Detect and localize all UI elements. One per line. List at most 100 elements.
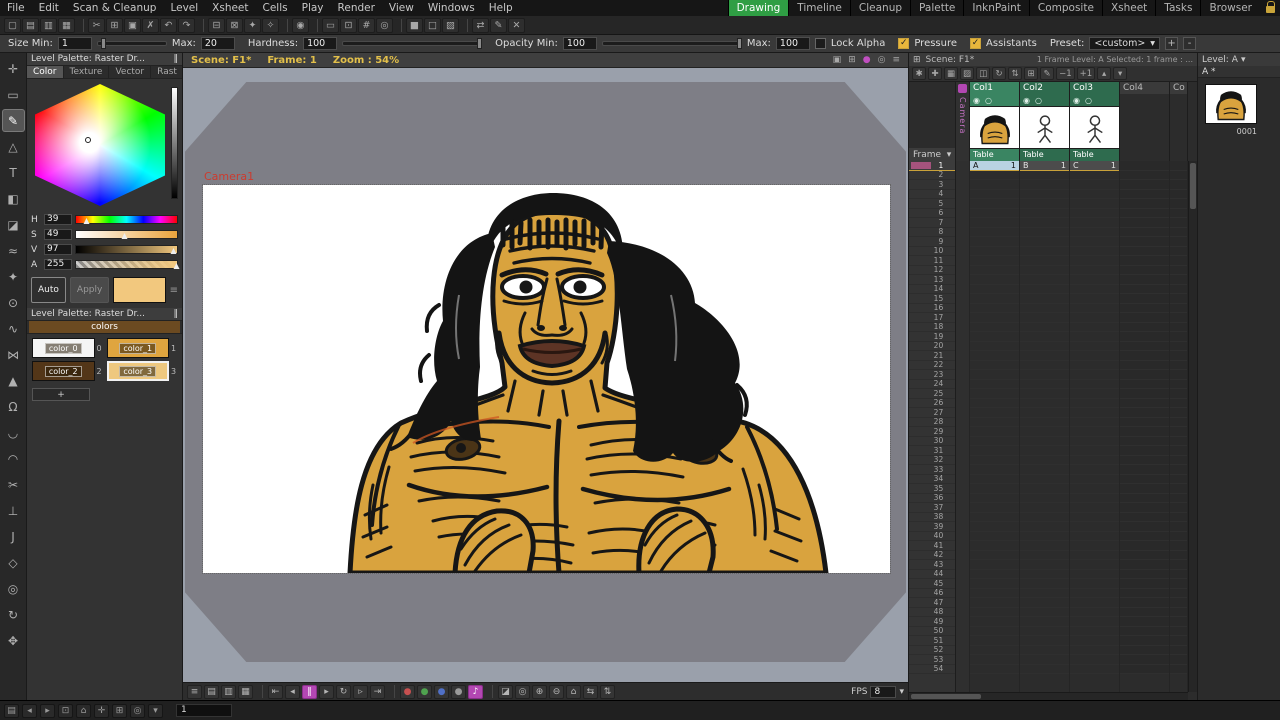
empty-cell[interactable] [1020,237,1069,247]
frame-row-31[interactable]: 31 [909,446,956,456]
empty-cell[interactable] [1120,569,1169,579]
empty-cell[interactable] [1170,208,1187,218]
empty-cell[interactable] [1120,180,1169,190]
plastic-tool[interactable]: ◇ [3,552,24,573]
iron-tool[interactable]: ◠ [3,448,24,469]
room-tab-browser[interactable]: Browser [1200,0,1260,16]
reframe-icon[interactable]: ◫ [976,67,991,80]
column-header-co[interactable]: Co [1170,82,1188,161]
empty-cell[interactable] [1070,171,1119,180]
empty-cell[interactable] [1020,437,1069,446]
grid-icon[interactable]: # [358,17,375,33]
frame-row-48[interactable]: 48 [909,607,956,617]
paste-icon[interactable]: ▣ [124,17,141,33]
empty-cell[interactable] [1020,636,1069,646]
size-min-slider[interactable] [96,38,167,49]
new-raster-level-icon[interactable]: ▨ [960,67,975,80]
empty-cell[interactable] [970,361,1019,370]
room-tab-cleanup[interactable]: Cleanup [849,0,910,16]
hardness-slider[interactable] [342,38,483,49]
empty-cell[interactable] [1170,598,1187,608]
empty-cell[interactable] [1120,265,1169,275]
empty-cell[interactable] [1020,275,1069,285]
empty-cell[interactable] [1120,446,1169,456]
empty-cell[interactable] [1170,636,1187,646]
empty-cell[interactable] [1170,560,1187,570]
empty-cell[interactable] [1170,322,1187,332]
empty-cell[interactable] [1070,551,1119,560]
channel-slider[interactable] [75,230,178,239]
empty-cell[interactable] [970,294,1019,304]
column-thumbnail[interactable] [970,106,1019,149]
empty-cell[interactable] [1070,237,1119,247]
locator-button[interactable]: ◎ [515,684,530,699]
auto-apply-button[interactable]: Auto [31,277,66,303]
tape-tool[interactable]: ≈ [3,240,24,261]
empty-cell[interactable] [1020,446,1069,456]
empty-cell[interactable] [1070,285,1119,294]
delete-icon[interactable]: ✗ [142,17,159,33]
frame-row-34[interactable]: 34 [909,474,956,484]
type-tool[interactable]: T [3,162,24,183]
empty-cell[interactable] [1120,579,1169,589]
empty-cell[interactable] [970,627,1019,636]
column-header-col4[interactable]: Col4 [1120,82,1170,161]
empty-cell[interactable] [1020,665,1069,674]
empty-cell[interactable] [1170,484,1187,494]
empty-cell[interactable] [1020,285,1069,294]
eye-icon[interactable]: ◉ [1023,96,1030,105]
empty-cell[interactable] [1070,665,1119,674]
empty-cell[interactable] [1070,494,1119,503]
xsheet-header[interactable]: ⊞ Scene: F1* 1 Frame Level: A Selected: … [909,53,1197,66]
empty-cell[interactable] [970,427,1019,437]
empty-cell[interactable] [1070,332,1119,342]
empty-cell[interactable] [970,323,1019,332]
size-max-field[interactable]: 20 [200,37,235,50]
empty-cell[interactable] [1120,170,1169,180]
no-shift-icon[interactable]: ✕ [508,17,525,33]
empty-cell[interactable] [1170,645,1187,655]
red-channel-button[interactable]: ● [400,684,415,699]
empty-cell[interactable] [1070,256,1119,266]
empty-cell[interactable] [1070,389,1119,399]
frame-header-cell[interactable]: Frame ▾ [909,148,956,161]
empty-cell[interactable] [1120,351,1169,361]
empty-cell[interactable] [1070,218,1119,228]
frame-row-4[interactable]: 4 [909,189,956,199]
new-toonz-raster-level-icon[interactable]: ▦ [944,67,959,80]
frame-row-35[interactable]: 35 [909,484,956,494]
empty-cell[interactable] [1020,627,1069,636]
next-frame-button[interactable]: ▹ [353,684,368,699]
empty-cell[interactable] [970,266,1019,275]
empty-cell[interactable] [970,399,1019,408]
frame-row-19[interactable]: 19 [909,332,956,342]
pan-icon[interactable]: ✛ [94,703,109,718]
empty-cell[interactable] [1170,455,1187,465]
empty-cell[interactable] [1070,484,1119,494]
empty-cell[interactable] [970,532,1019,541]
empty-cell[interactable] [970,646,1019,655]
empty-cell[interactable] [1170,218,1187,228]
empty-cell[interactable] [970,342,1019,351]
empty-cell[interactable] [970,608,1019,617]
step-minus-button[interactable]: −1 [1056,67,1075,80]
selection-tool[interactable]: ▭ [3,84,24,105]
frame-row-18[interactable]: 18 [909,322,956,332]
cut-icon[interactable]: ✂ [88,17,105,33]
frame-row-51[interactable]: 51 [909,636,956,646]
frame-row-8[interactable]: 8 [909,227,956,237]
rgb-picker-tool[interactable]: ⊙ [3,292,24,313]
pressure-checkbox[interactable]: ✓ [898,38,910,49]
play-button[interactable]: ▸ [319,684,334,699]
empty-cell[interactable] [1170,541,1187,551]
empty-cell[interactable] [1070,209,1119,218]
empty-cell[interactable] [1020,427,1069,437]
empty-cell[interactable] [1020,589,1069,598]
empty-cell[interactable] [1120,484,1169,494]
freeze-icon[interactable]: ● [863,55,871,65]
empty-cell[interactable] [1070,608,1119,617]
load-scene-icon[interactable]: ▤ [22,17,39,33]
frame-row-30[interactable]: 30 [909,436,956,446]
animate-tool[interactable]: ✛ [3,58,24,79]
column-header-col3[interactable]: Col3 ◉ ○ Table [1070,82,1120,161]
